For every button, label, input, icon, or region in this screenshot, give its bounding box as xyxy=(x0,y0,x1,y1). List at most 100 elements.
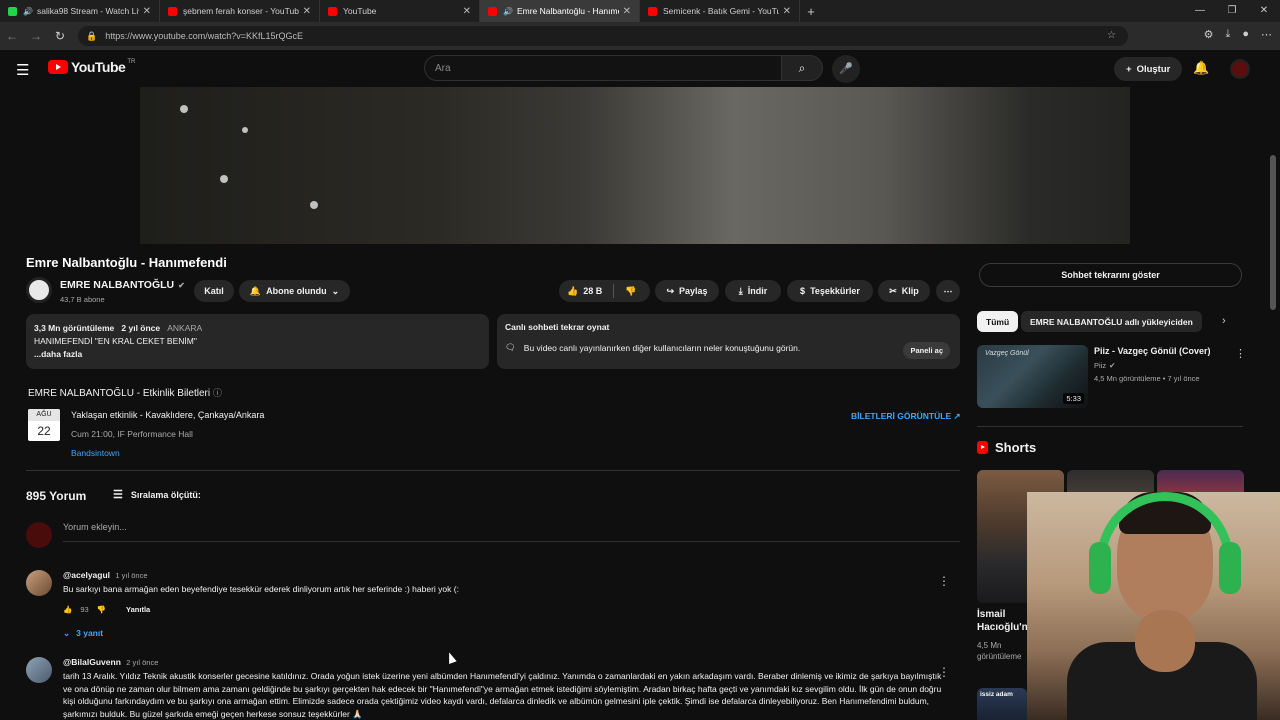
close-icon[interactable]: ✕ xyxy=(303,6,311,17)
search-button[interactable]: ⌕ xyxy=(781,55,823,81)
subscribed-label: Abone olundu xyxy=(266,286,327,296)
view-count: 3,3 Mn görüntüleme xyxy=(34,323,115,333)
dislike-comment-button[interactable]: 👎 xyxy=(97,605,106,614)
close-icon[interactable]: ✕ xyxy=(623,6,631,17)
microphone-icon: 🎤 xyxy=(839,63,853,75)
comment-more-icon[interactable]: ⋮ xyxy=(938,574,950,588)
youtube-favicon-icon xyxy=(488,6,497,16)
close-window-icon[interactable]: ✕ xyxy=(1248,0,1280,22)
lock-icon[interactable]: 🔒 xyxy=(86,31,97,42)
browser-tab-sebnem[interactable]: şebnem ferah konser - YouTube ✕ xyxy=(160,0,320,22)
description-box[interactable]: 3,3 Mn görüntüleme 2 yıl önce ANKARA HAN… xyxy=(26,314,489,369)
extensions-icon[interactable]: ⚙ xyxy=(1204,28,1214,41)
downloads-icon[interactable]: ⤓ xyxy=(1225,28,1230,41)
youtube-logo[interactable]: YouTube TR xyxy=(48,59,135,75)
live-chat-text: Bu video canlı yayınlanırken diğer kulla… xyxy=(523,342,801,353)
plus-icon: + xyxy=(1126,63,1132,75)
share-button[interactable]: ↪ Paylaş xyxy=(655,280,719,302)
like-button[interactable]: 👍 28 B xyxy=(567,286,602,297)
headset-earcup xyxy=(1219,542,1241,594)
download-button[interactable]: ⤓ İndir xyxy=(725,280,781,302)
youtube-play-logo-icon xyxy=(48,60,68,74)
recommended-video-thumbnail[interactable]: Vazgeç Gönül 5:33 xyxy=(977,345,1088,408)
back-arrow-icon[interactable]: ← xyxy=(0,29,24,43)
event-date-box: AĞU 22 xyxy=(28,409,60,441)
chevron-right-icon[interactable]: › xyxy=(1222,315,1226,327)
close-icon[interactable]: ✕ xyxy=(783,6,791,17)
description-text: HANIMEFENDİ "EN KRAL CEKET BENİM" xyxy=(34,336,197,346)
user-avatar[interactable] xyxy=(1230,59,1250,79)
join-button[interactable]: Katıl xyxy=(194,280,234,302)
comment-time[interactable]: 2 yıl önce xyxy=(126,658,158,667)
comment-text: tarih 13 Aralık. Yıldız Teknik akustik k… xyxy=(63,671,942,719)
reply-button[interactable]: Yanıtla xyxy=(126,605,150,614)
video-duration: 5:33 xyxy=(1063,393,1084,404)
description-meta: 3,3 Mn görüntüleme 2 yıl önce ANKARA xyxy=(34,322,481,335)
video-player[interactable] xyxy=(140,87,1130,244)
channel-avatar[interactable] xyxy=(26,277,52,303)
bokeh-light xyxy=(220,175,228,183)
recommended-video-title[interactable]: Piiz - Vazgeç Gönül (Cover) xyxy=(1094,346,1234,356)
comment-author[interactable]: @acelyagul xyxy=(63,570,110,580)
browser-tab-kick[interactable]: 🔊 salika98 Stream - Watch Live ✕ xyxy=(0,0,160,22)
show-replies-button[interactable]: ⌄ 3 yanıt xyxy=(63,628,103,639)
speaker-icon[interactable]: 🔊 xyxy=(503,7,513,16)
clip-button[interactable]: ✂ Klip xyxy=(878,280,930,302)
more-dots-icon: ⋯ xyxy=(943,285,953,296)
show-more-link[interactable]: ...daha fazla xyxy=(34,348,481,361)
comment-like-count: 93 xyxy=(80,605,89,614)
browser-tab-youtube[interactable]: YouTube ✕ xyxy=(320,0,480,22)
recommended-channel[interactable]: Piiz ✔ xyxy=(1094,361,1115,370)
maximize-icon[interactable]: ❐ xyxy=(1216,0,1248,22)
url-text: https://www.youtube.com/watch?v=KKfL15rQ… xyxy=(105,31,304,41)
filter-chip-uploader[interactable]: EMRE NALBANTOĞLU adlı yükleyiciden xyxy=(1021,311,1202,332)
speaker-icon[interactable]: 🔊 xyxy=(23,7,33,16)
reload-icon[interactable]: ↻ xyxy=(48,29,72,43)
url-field[interactable]: 🔒 https://www.youtube.com/watch?v=KKfL15… xyxy=(78,26,1128,46)
dislike-button[interactable]: 👎 xyxy=(625,286,636,297)
location-tag[interactable]: ANKARA xyxy=(167,323,202,333)
comment-time[interactable]: 1 yıl önce xyxy=(115,571,147,580)
page-scrollbar[interactable] xyxy=(1270,155,1276,310)
bell-icon: 🔔 xyxy=(249,285,262,296)
channel-name[interactable]: EMRE NALBANTOĞLU ✔ xyxy=(60,279,185,291)
sort-comments-button[interactable]: ☰ Sıralama ölçütü: xyxy=(113,488,201,501)
add-comment-input[interactable]: Yorum ekleyin... xyxy=(63,522,960,542)
close-icon[interactable]: ✕ xyxy=(143,6,151,17)
filter-chip-all[interactable]: Tümü xyxy=(977,311,1019,332)
info-icon[interactable]: ⓘ xyxy=(213,388,222,398)
show-chat-replay-button[interactable]: Sohbet tekrarını göster xyxy=(979,263,1242,287)
voice-search-button[interactable]: 🎤 xyxy=(832,55,860,83)
hamburger-menu-icon[interactable]: ☰ xyxy=(16,61,29,79)
commenter-avatar[interactable] xyxy=(26,657,52,683)
more-options-icon[interactable]: ⋮ xyxy=(1235,347,1246,360)
star-icon[interactable]: ☆ xyxy=(1107,30,1116,41)
minimize-icon[interactable]: — xyxy=(1184,0,1216,22)
short-thumbnail-text: issiz adam xyxy=(980,691,1013,698)
commenter-avatar[interactable] xyxy=(26,570,52,596)
short-thumbnail[interactable]: issiz adam xyxy=(977,688,1027,720)
forward-arrow-icon[interactable]: → xyxy=(24,29,48,43)
section-divider xyxy=(977,426,1243,427)
thanks-button[interactable]: $ Teşekkürler xyxy=(787,280,873,302)
comment-author[interactable]: @BilalGuvenn xyxy=(63,657,121,667)
view-tickets-label: BİLETLERİ GÖRÜNTÜLE xyxy=(851,411,952,421)
menu-dots-icon[interactable]: ⋯ xyxy=(1261,28,1272,41)
close-icon[interactable]: ✕ xyxy=(463,6,471,17)
browser-tab-semicenk[interactable]: Semicenk - Batık Gemi - YouTube ✕ xyxy=(640,0,800,22)
create-button[interactable]: + Oluştur xyxy=(1114,57,1183,81)
subscribed-button[interactable]: 🔔 Abone olundu ⌄ xyxy=(239,280,350,302)
event-source-link[interactable]: Bandsintown xyxy=(71,448,120,458)
like-comment-button[interactable]: 👍 xyxy=(63,605,72,614)
comment-more-icon[interactable]: ⋮ xyxy=(938,665,950,679)
profile-icon[interactable]: ● xyxy=(1242,28,1249,41)
view-tickets-link[interactable]: BİLETLERİ GÖRÜNTÜLE ↗ xyxy=(851,411,961,422)
notifications-bell-icon[interactable]: 🔔 xyxy=(1193,60,1209,76)
browser-tab-emre-active[interactable]: 🔊 Emre Nalbantoğlu - Hanımef ✕ xyxy=(480,0,640,22)
shorts-icon xyxy=(977,441,988,454)
window-controls: — ❐ ✕ xyxy=(1184,0,1280,22)
new-tab-button[interactable]: + xyxy=(800,4,822,19)
open-panel-button[interactable]: Paneli aç xyxy=(903,342,950,359)
search-input[interactable]: Ara xyxy=(424,55,782,81)
more-actions-button[interactable]: ⋯ xyxy=(936,280,960,302)
